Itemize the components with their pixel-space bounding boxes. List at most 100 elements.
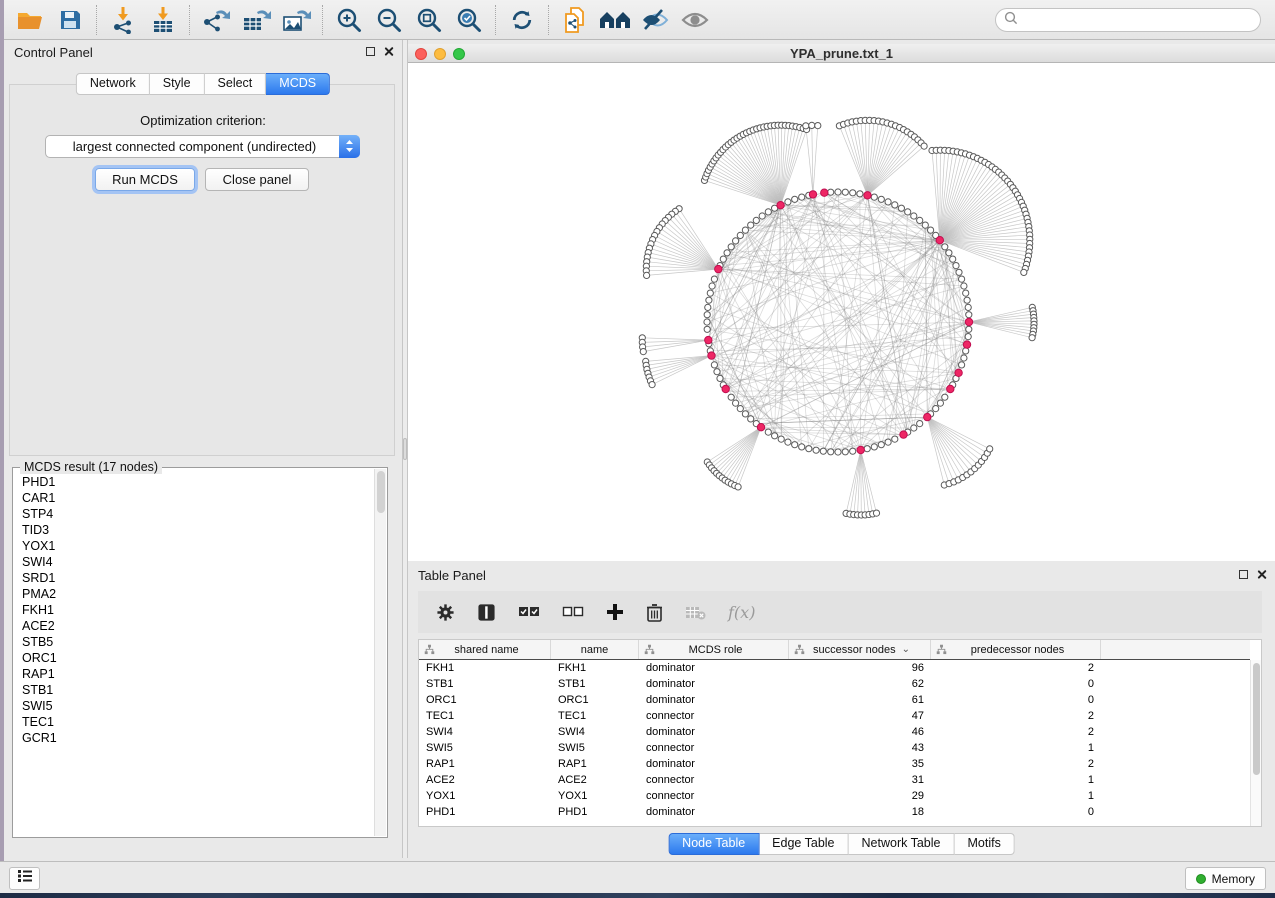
mcds-result-item[interactable]: PHD1 [14, 474, 374, 490]
mcds-result-item[interactable]: STP4 [14, 506, 374, 522]
tab-edge-table[interactable]: Edge Table [759, 833, 848, 855]
zoom-selected-button[interactable] [452, 4, 486, 36]
table-row[interactable]: STB1STB1dominator620 [419, 676, 1250, 692]
mcds-result-item[interactable]: RAP1 [14, 666, 374, 682]
mcds-result-item[interactable]: SWI4 [14, 554, 374, 570]
memory-button[interactable]: Memory [1185, 867, 1266, 890]
first-neighbors-button[interactable] [598, 4, 632, 36]
save-session-button[interactable] [53, 4, 87, 36]
export-image-button[interactable] [279, 4, 313, 36]
table-row[interactable]: SWI4SWI4dominator462 [419, 724, 1250, 740]
table-cell: ORC1 [551, 692, 639, 708]
mcds-result-item[interactable]: TID3 [14, 522, 374, 538]
mcds-result-item[interactable]: STB1 [14, 682, 374, 698]
column-header-successor-nodes[interactable]: successor nodes⌄ [789, 640, 931, 659]
import-table-icon [149, 6, 177, 34]
desktop-wallpaper [0, 893, 1275, 898]
table-cell: SWI5 [419, 740, 551, 756]
tab-motifs[interactable]: Motifs [954, 833, 1014, 855]
delete-column-trash-icon[interactable] [646, 603, 663, 622]
table-row[interactable]: RAP1RAP1dominator352 [419, 756, 1250, 772]
close-panel-icon[interactable] [1256, 569, 1267, 580]
table-row[interactable]: ORC1ORC1dominator610 [419, 692, 1250, 708]
mcds-result-item[interactable]: SWI5 [14, 698, 374, 714]
tab-mcds[interactable]: MCDS [266, 73, 330, 95]
table-row[interactable]: SWI5SWI5connector431 [419, 740, 1250, 756]
mcds-result-item[interactable]: ORC1 [14, 650, 374, 666]
toolbar-separator [495, 5, 496, 35]
first-neighbors-icon [599, 8, 631, 32]
mcds-result-item[interactable]: ACE2 [14, 618, 374, 634]
column-header-name[interactable]: name [551, 640, 639, 659]
show-column-panel-icon[interactable] [477, 603, 496, 622]
table-cell: dominator [639, 692, 789, 708]
network-window-titlebar[interactable]: YPA_prune.txt_1 [408, 44, 1275, 63]
mcds-result-item[interactable]: STB5 [14, 634, 374, 650]
table-cell: 18 [789, 804, 931, 820]
show-panels-button[interactable] [9, 867, 40, 890]
tab-style[interactable]: Style [150, 73, 205, 95]
table-settings-gear-icon[interactable] [436, 603, 455, 622]
table-scrollbar[interactable] [1250, 660, 1261, 826]
column-sort-icon[interactable]: ⌄ [902, 644, 910, 655]
tab-select[interactable]: Select [205, 73, 267, 95]
mcds-result-item[interactable]: SRD1 [14, 570, 374, 586]
mcds-result-group: MCDS result (17 nodes) PHD1CAR1STP4TID3Y… [12, 467, 388, 838]
mcds-result-item[interactable]: CAR1 [14, 490, 374, 506]
show-all-button[interactable] [678, 4, 712, 36]
mcds-result-item[interactable]: YOX1 [14, 538, 374, 554]
mcds-result-item[interactable]: FKH1 [14, 602, 374, 618]
clone-network-button[interactable] [558, 4, 592, 36]
float-panel-icon[interactable] [366, 47, 375, 56]
status-bar: Memory [0, 861, 1275, 893]
mcds-result-item[interactable]: TEC1 [14, 714, 374, 730]
close-panel-button[interactable]: Close panel [205, 168, 309, 191]
export-table-button[interactable] [239, 4, 273, 36]
tab-node-table[interactable]: Node Table [668, 833, 759, 855]
zoom-out-icon [375, 6, 403, 34]
zoom-fit-button[interactable] [412, 4, 446, 36]
table-panel-tabs: Node TableEdge TableNetwork TableMotifs [668, 833, 1015, 855]
open-session-button[interactable] [13, 4, 47, 36]
function-builder-icon: f(x) [728, 603, 755, 622]
import-table-button[interactable] [146, 4, 180, 36]
search-input[interactable] [1023, 11, 1260, 29]
table-row[interactable]: FKH1FKH1dominator962 [419, 660, 1250, 676]
table-cell: connector [639, 740, 789, 756]
column-header-mcds-role[interactable]: MCDS role [639, 640, 789, 659]
table-cell: 62 [789, 676, 931, 692]
zoom-out-button[interactable] [372, 4, 406, 36]
zoom-selected-icon [455, 6, 483, 34]
import-network-button[interactable] [106, 4, 140, 36]
close-panel-icon[interactable] [383, 46, 394, 57]
create-column-plus-icon[interactable] [606, 603, 624, 621]
table-row[interactable]: PHD1PHD1dominator180 [419, 804, 1250, 820]
table-cell: YOX1 [551, 788, 639, 804]
optimization-criterion-select[interactable]: largest connected component (undirected) [45, 135, 360, 158]
mcds-result-item[interactable]: PMA2 [14, 586, 374, 602]
network-view-canvas[interactable] [408, 63, 1275, 561]
column-header-shared-name[interactable]: shared name [419, 640, 551, 659]
column-header-predecessor-nodes[interactable]: predecessor nodes [931, 640, 1101, 659]
tab-network-table[interactable]: Network Table [849, 833, 955, 855]
clone-network-icon [561, 6, 589, 34]
table-row[interactable]: YOX1YOX1connector291 [419, 788, 1250, 804]
tab-network[interactable]: Network [76, 73, 150, 95]
float-panel-icon[interactable] [1239, 570, 1248, 579]
zoom-in-button[interactable] [332, 4, 366, 36]
run-mcds-button[interactable]: Run MCDS [95, 168, 195, 191]
divider-handle-icon[interactable] [403, 438, 407, 460]
export-network-button[interactable] [199, 4, 233, 36]
mcds-list-scrollbar[interactable] [374, 469, 386, 836]
mcds-result-item[interactable]: GCR1 [14, 730, 374, 746]
search-icon [1004, 11, 1018, 30]
hide-selected-button[interactable] [638, 4, 672, 36]
select-all-columns-icon[interactable] [518, 604, 540, 620]
unselect-all-columns-icon[interactable] [562, 604, 584, 620]
refresh-view-button[interactable] [505, 4, 539, 36]
table-row[interactable]: ACE2ACE2connector311 [419, 772, 1250, 788]
table-row[interactable]: TEC1TEC1connector472 [419, 708, 1250, 724]
mcds-result-list[interactable]: PHD1CAR1STP4TID3YOX1SWI4SRD1PMA2FKH1ACE2… [14, 469, 374, 836]
table-cell: connector [639, 772, 789, 788]
search-box[interactable] [995, 8, 1261, 32]
